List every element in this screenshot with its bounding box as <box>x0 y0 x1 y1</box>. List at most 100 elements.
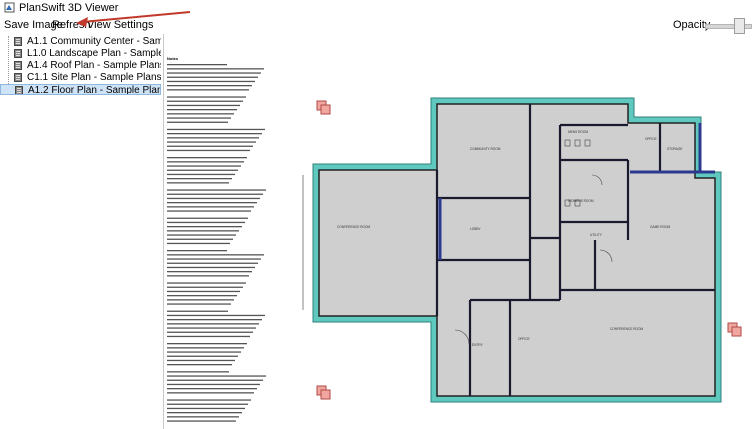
notes-line <box>167 359 235 362</box>
notes-line <box>167 85 252 87</box>
notes-line <box>167 128 265 131</box>
room-label-mens: MENS ROOM <box>568 130 588 134</box>
notes-line <box>167 416 239 418</box>
notes-line <box>167 149 250 152</box>
notes-line <box>167 282 246 284</box>
notes-line <box>167 347 244 349</box>
notes-line <box>167 275 249 277</box>
notes-line <box>167 165 241 167</box>
notes-line <box>167 182 229 184</box>
notes-line <box>167 379 263 381</box>
notes-line <box>167 299 234 301</box>
plan-viewer[interactable]: Notes COMMUNITY ROOM CONFERENCE ROOM MEN… <box>164 34 754 429</box>
room-label-office-1: OFFICE <box>645 137 657 141</box>
notes-line <box>167 221 245 224</box>
marker-bottom-left[interactable] <box>316 385 331 400</box>
sheet-item[interactable]: A1.1 Community Center - Sample Plans <box>0 36 161 47</box>
notes-line <box>167 161 244 163</box>
notes-line <box>167 68 264 70</box>
sheet-item-label: A1.4 Roof Plan - Sample Plans <box>27 60 161 71</box>
notes-line <box>167 96 246 98</box>
notes-line <box>167 262 258 264</box>
notes-line <box>167 100 243 102</box>
floor-plan-drawing[interactable]: Notes COMMUNITY ROOM CONFERENCE ROOM MEN… <box>164 34 754 429</box>
notes-line <box>167 210 251 212</box>
notes-line <box>167 266 255 269</box>
sheet-page-icon <box>14 49 22 58</box>
notes-line <box>167 371 229 373</box>
notes-line <box>167 403 248 405</box>
notes-line <box>167 133 262 135</box>
room-label-conference-bottom: CONFERENCE ROOM <box>610 327 643 331</box>
sheet-item-label: C1.1 Site Plan - Sample Plans <box>27 72 161 83</box>
title-bar: PlanSwift 3D Viewer <box>0 0 754 17</box>
notes-line <box>167 310 228 312</box>
notes-line <box>167 141 256 143</box>
notes-line <box>167 319 262 321</box>
notes-line <box>167 72 261 74</box>
notes-line <box>167 258 261 260</box>
notes-line <box>167 343 247 345</box>
room-label-community: COMMUNITY ROOM <box>470 147 501 151</box>
sheet-item-label: A1.1 Community Center - Sample Plans <box>27 36 161 47</box>
notes-line <box>167 335 250 338</box>
notes-line <box>167 254 264 256</box>
sheet-item-label: A1.2 Floor Plan - Sample Plans <box>28 85 161 95</box>
notes-line <box>167 286 243 288</box>
room-label-storage: STORAGE <box>667 147 683 151</box>
notes-line <box>167 113 234 115</box>
notes-line <box>167 117 231 119</box>
notes-line <box>167 242 230 245</box>
notes-line <box>167 295 237 297</box>
notes-line <box>167 206 254 208</box>
notes-line <box>167 64 227 66</box>
notes-line <box>167 412 242 414</box>
sheet-item[interactable]: A1.4 Roof Plan - Sample Plans <box>0 60 161 71</box>
marker-right[interactable] <box>727 322 742 337</box>
notes-line <box>167 388 257 390</box>
notes-line <box>167 399 251 401</box>
refresh-button[interactable]: Refresh <box>52 19 91 31</box>
marker-top-left[interactable] <box>316 100 331 115</box>
notes-text-block <box>167 64 266 422</box>
room-label-entry: ENTRY <box>472 343 484 347</box>
notes-line <box>167 80 255 83</box>
notes-line <box>167 226 242 228</box>
sheet-item[interactable]: C1.1 Site Plan - Sample Plans <box>0 72 161 83</box>
room-label-conference-left: CONFERENCE ROOM <box>337 225 370 229</box>
notes-line <box>167 217 248 219</box>
notes-line <box>167 314 265 317</box>
notes-line <box>167 169 238 171</box>
notes-line <box>167 193 263 195</box>
notes-line <box>167 178 232 180</box>
notes-line <box>167 392 254 394</box>
sheet-item[interactable]: L1.0 Landscape Plan - Sample Plans <box>0 48 161 59</box>
opacity-slider-thumb[interactable] <box>734 18 745 34</box>
notes-line <box>167 351 241 353</box>
view-settings-button[interactable]: View Settings <box>87 19 153 31</box>
notes-line <box>167 197 260 200</box>
window-title: PlanSwift 3D Viewer <box>19 2 119 14</box>
sheet-page-icon <box>14 37 22 46</box>
notes-line <box>167 189 266 191</box>
sheet-item[interactable]: A1.2 Floor Plan - Sample Plans <box>0 84 161 95</box>
sheet-item-label: L1.0 Landscape Plan - Sample Plans <box>27 48 161 59</box>
planswift-app-icon <box>4 2 15 13</box>
notes-line <box>167 121 228 123</box>
notes-line <box>167 234 236 236</box>
notes-line <box>167 383 260 386</box>
room-label-womens: WOMENS ROOM <box>568 199 594 203</box>
notes-line <box>167 271 252 273</box>
room-label-lobby: LOBBY <box>470 227 482 231</box>
notes-line <box>167 109 237 111</box>
notes-line <box>167 137 259 139</box>
notes-line <box>167 145 253 147</box>
notes-line <box>167 327 256 329</box>
notes-line <box>167 76 258 78</box>
room-label-utility: UTILITY <box>590 233 603 237</box>
notes-line <box>167 375 266 377</box>
room-label-game: GAME ROOM <box>650 225 671 229</box>
floor-area <box>318 103 716 397</box>
notes-line <box>167 303 231 305</box>
notes-line <box>167 290 240 293</box>
